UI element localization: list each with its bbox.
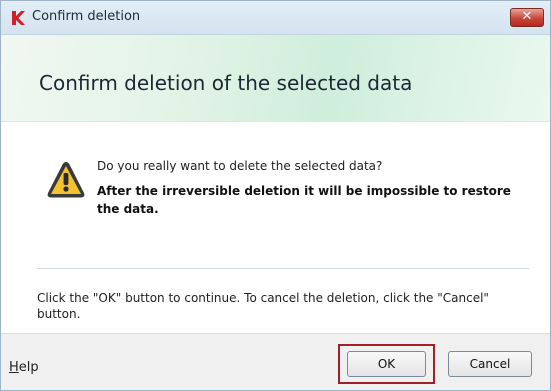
window-title: Confirm deletion: [32, 9, 141, 24]
irreversible-warning: After the irreversible deletion it will …: [97, 184, 511, 216]
title-bar[interactable]: Confirm deletion ✕: [1, 1, 550, 35]
help-link[interactable]: Help: [9, 360, 39, 375]
cancel-button[interactable]: Cancel: [448, 351, 532, 377]
kaspersky-logo-icon: [12, 11, 25, 25]
divider: [37, 268, 529, 269]
warning-triangle-icon: [47, 162, 85, 198]
help-link-label: elp: [18, 360, 39, 375]
confirm-question: Do you really want to delete the selecte…: [97, 159, 383, 173]
dialog-footer: Help OK Cancel: [1, 333, 550, 390]
confirm-deletion-dialog: Confirm deletion ✕ Confirm deletion of t…: [0, 0, 551, 391]
help-link-accelerator: H: [9, 360, 19, 375]
ok-button[interactable]: OK: [347, 351, 426, 377]
close-button[interactable]: ✕: [510, 8, 544, 27]
header-panel: Confirm deletion of the selected data: [1, 35, 550, 122]
page-title: Confirm deletion of the selected data: [39, 71, 413, 95]
instructions-text: Click the "OK" button to continue. To ca…: [37, 291, 489, 321]
close-icon: ✕: [521, 9, 533, 24]
